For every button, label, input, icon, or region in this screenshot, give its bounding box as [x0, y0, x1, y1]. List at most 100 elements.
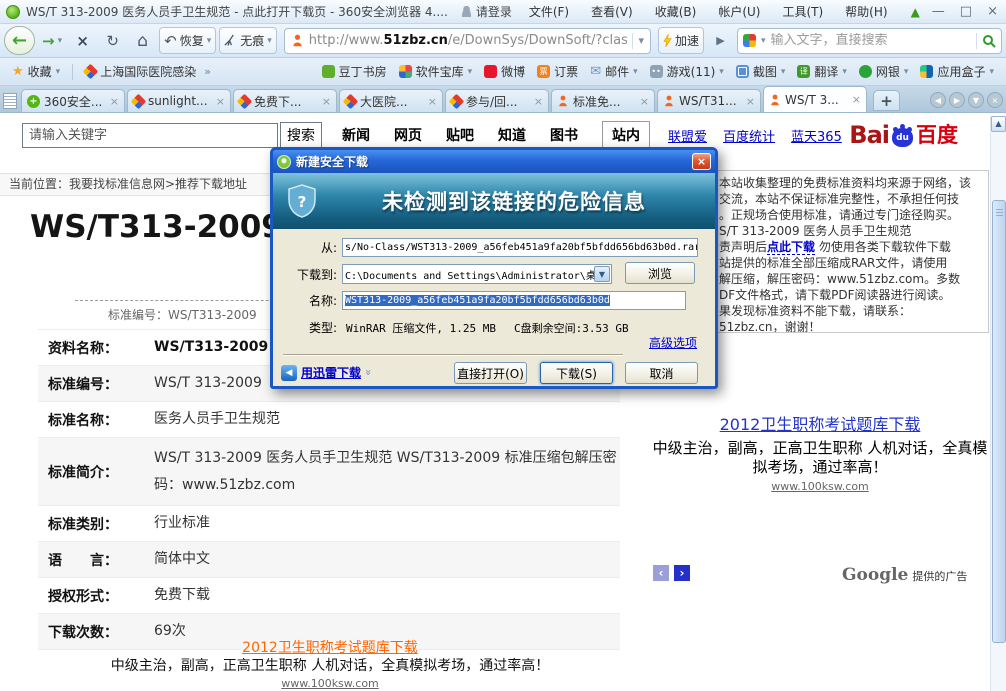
tool-appbox[interactable]: 应用盒子▾: [914, 63, 1000, 80]
tab-close-icon[interactable]: ×: [852, 93, 861, 106]
menu-favorites[interactable]: 收藏(B): [644, 3, 708, 20]
download-button[interactable]: 下载(S): [540, 362, 613, 384]
tab-close-icon[interactable]: ×: [216, 95, 225, 108]
sidebar-ad-url-link[interactable]: www.100ksw.com: [652, 480, 988, 493]
tool-tickets[interactable]: 票订票: [531, 63, 584, 80]
tool-mail[interactable]: ✉邮件▾: [584, 63, 643, 80]
filename-field[interactable]: WST313-2009_a56feb451a9fa20bf5bfdd656bd6…: [342, 291, 686, 310]
click-to-download-link[interactable]: 点此下载: [767, 240, 815, 255]
dialog-close-button[interactable]: ×: [692, 153, 711, 170]
tool-software[interactable]: 软件宝库▾: [393, 63, 479, 80]
theme-icon[interactable]: ▲: [911, 5, 920, 19]
page-scrollbar[interactable]: ▲: [990, 116, 1006, 691]
tab-list-dropdown-button[interactable]: ▼: [968, 92, 984, 108]
tab-close-icon[interactable]: ×: [110, 95, 119, 108]
source-url-field[interactable]: s/No-Class/WST313-2009_a56feb451a9fa20bf…: [342, 238, 698, 257]
save-location-combo[interactable]: C:\Documents and Settings\Administrator\…: [342, 264, 612, 284]
browse-button[interactable]: 浏览: [625, 262, 695, 284]
tab-list-icon[interactable]: [3, 93, 17, 109]
tab-favicon: [237, 93, 253, 109]
tab-standard-free[interactable]: 标准免...×: [551, 89, 655, 112]
tab-favicon: [131, 93, 147, 109]
tool-translate[interactable]: 译翻译▾: [791, 63, 853, 80]
tool-games[interactable]: ••游戏(11)▾: [644, 63, 730, 80]
link-tongji[interactable]: 百度统计: [723, 126, 775, 145]
ad-url-link[interactable]: www.100ksw.com: [40, 676, 620, 691]
tab-scroll-left-button[interactable]: ◀: [930, 92, 946, 108]
back-button[interactable]: ←: [4, 26, 35, 55]
nav-books[interactable]: 图书: [550, 125, 578, 145]
tool-weibo[interactable]: 微博: [478, 63, 531, 80]
nav-zhidao[interactable]: 知道: [498, 125, 526, 145]
tab-close-icon[interactable]: ×: [640, 95, 649, 108]
ad-prev-button[interactable]: ‹: [653, 565, 669, 581]
ad-title-link[interactable]: 2012卫生职称考试题库下载: [40, 640, 620, 656]
menu-help[interactable]: 帮助(H): [834, 3, 898, 20]
baidu-paw-icon: du: [892, 128, 913, 147]
link-lantian[interactable]: 蓝天365: [791, 126, 842, 145]
nav-news[interactable]: 新闻: [342, 125, 370, 145]
menu-account[interactable]: 帐户(U): [707, 3, 771, 20]
forward-button[interactable]: →▾: [38, 27, 66, 54]
cancel-button[interactable]: 取消: [625, 362, 698, 384]
incognito-button[interactable]: 无痕▾: [219, 27, 277, 54]
tool-douding[interactable]: 豆丁书房: [316, 63, 393, 80]
combo-dropdown-icon[interactable]: ▼: [594, 266, 610, 282]
browser-search-input[interactable]: [771, 33, 971, 48]
tab-hospital[interactable]: 大医院...×: [339, 89, 443, 112]
tab-sunlight[interactable]: sunlight...×: [127, 89, 231, 112]
address-bar[interactable]: http://www.51zbz.cn/e/DownSys/DownSoft/?…: [284, 28, 651, 54]
tab-free-download[interactable]: 免费下...×: [233, 89, 337, 112]
maximize-button[interactable]: □: [960, 4, 972, 19]
tab-wst31[interactable]: WS/T31...×: [657, 89, 761, 112]
bookmarks-overflow-icon[interactable]: »: [204, 65, 211, 78]
bookmark-shanghai[interactable]: 上海国际医院感染: [79, 63, 202, 80]
sidebar-ad-title-link[interactable]: 2012卫生职称考试题库下载: [652, 411, 988, 435]
ad-next-button[interactable]: ›: [674, 565, 690, 581]
speed-button[interactable]: 加速: [658, 27, 704, 54]
engine-dropdown-icon[interactable]: ▾: [761, 36, 766, 46]
tab-close-all-button[interactable]: ×: [987, 92, 1003, 108]
menu-view[interactable]: 查看(V): [580, 3, 644, 20]
browser-search-box[interactable]: ▾: [737, 28, 1002, 54]
favorites-menu[interactable]: ★收藏▾: [6, 63, 66, 80]
menu-tools[interactable]: 工具(T): [771, 3, 834, 20]
home-button[interactable]: ⌂: [129, 27, 156, 54]
restore-button[interactable]: ↶恢复▾: [159, 27, 216, 54]
tab-close-icon[interactable]: ×: [534, 95, 543, 108]
menu-file[interactable]: 文件(F): [518, 3, 580, 20]
scroll-up-arrow[interactable]: ▲: [991, 116, 1006, 132]
nav-tieba[interactable]: 贴吧: [446, 125, 474, 145]
tab-scroll-right-button[interactable]: ▶: [949, 92, 965, 108]
close-button[interactable]: ×: [987, 4, 998, 19]
tab-close-icon[interactable]: ×: [746, 95, 755, 108]
keyword-input[interactable]: [22, 123, 278, 148]
nav-web[interactable]: 网页: [394, 125, 422, 145]
stop-button[interactable]: ×: [69, 27, 96, 54]
table-row: 语 言：简体中文: [38, 542, 620, 578]
search-magnifier-icon[interactable]: [982, 34, 996, 48]
tab-close-icon[interactable]: ×: [428, 95, 437, 108]
new-tab-button[interactable]: +: [873, 90, 900, 111]
tab-reply[interactable]: 参与/回...×: [445, 89, 549, 112]
search-button[interactable]: 搜索: [280, 122, 322, 149]
nav-site-scope[interactable]: 站内: [602, 121, 650, 149]
login-button[interactable]: 请登录: [461, 3, 512, 20]
tool-screenshot[interactable]: 截图▾: [730, 63, 792, 80]
advanced-options-link[interactable]: 高级选项: [649, 334, 697, 351]
search-engine-icon[interactable]: [743, 34, 756, 47]
tab-360[interactable]: +360安全...×: [21, 89, 125, 112]
refresh-button[interactable]: ↻: [99, 27, 126, 54]
tab-bar: +360安全...× sunlight...× 免费下...× 大医院...× …: [0, 86, 1006, 113]
scrollbar-thumb[interactable]: [992, 200, 1006, 643]
tab-close-icon[interactable]: ×: [322, 95, 331, 108]
play-button[interactable]: ▶: [707, 27, 734, 54]
minimize-button[interactable]: —: [932, 4, 945, 19]
open-directly-button[interactable]: 直接打开(O): [454, 362, 527, 384]
link-lianmeng[interactable]: 联盟爱: [668, 126, 707, 145]
user-icon: [461, 6, 472, 17]
thunder-download-link[interactable]: ◀ 用迅雷下载 »: [281, 364, 372, 381]
url-dropdown-icon[interactable]: ▾: [638, 34, 644, 47]
tab-wst3-active[interactable]: WS/T 3...×: [763, 86, 867, 112]
tool-ebank[interactable]: 网银▾: [853, 63, 915, 80]
